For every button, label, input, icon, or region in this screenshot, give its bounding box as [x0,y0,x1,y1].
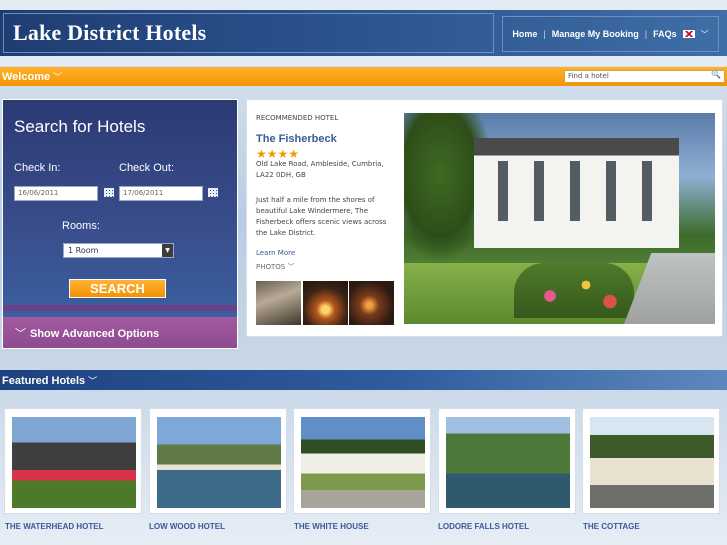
hotel-description: Just half a mile from the shores of beau… [256,196,387,237]
recommended-header: RECOMMENDED HOTEL [256,114,339,122]
featured-hotel-name[interactable]: THE COTTAGE [583,522,640,531]
hotel-photo[interactable] [590,417,714,508]
chevron-down-icon: ﹀ [88,376,98,386]
search-panel: Search for Hotels Check In: Check Out: 1… [2,99,238,349]
chevron-down-icon[interactable]: ﹀ [701,29,709,40]
featured-hotel-card[interactable] [149,408,287,514]
rooms-select[interactable]: 1 Room ▼ [63,243,174,258]
welcome-toggle[interactable]: Welcome ﹀ [2,70,62,83]
featured-hotel-name[interactable]: THE WHITE HOUSE [294,522,369,531]
calendar-icon[interactable] [104,188,114,197]
welcome-bar: Welcome ﹀ Find a hotel 🔍 [0,67,727,86]
top-nav: Home | Manage My Booking | FAQs ﹀ [502,16,719,52]
rooms-value: 1 Room [68,246,99,255]
featured-hotel-name[interactable]: LOW WOOD HOTEL [149,522,225,531]
search-icon[interactable]: 🔍 [711,70,725,79]
hotel-photo[interactable] [157,417,281,508]
featured-hotel-name[interactable]: THE WATERHEAD HOTEL [5,522,104,531]
photo-thumbnail[interactable] [349,281,394,325]
hotel-photo[interactable] [301,417,425,508]
featured-hotel-card[interactable] [582,408,720,514]
hotel-main-photo [404,113,715,324]
hotel-photo[interactable] [446,417,570,508]
chevron-down-icon: ﹀ [287,263,295,271]
check-in-field[interactable]: 16/06/2011 [14,186,98,201]
learn-more-link[interactable]: Learn More [256,249,295,257]
hotel-address: Old Lake Road, Ambleside, Cumbria, LA22 … [256,160,384,179]
featured-hotel-card[interactable] [438,408,576,514]
nav-separator: | [543,29,546,39]
recommended-hotel-name[interactable]: The Fisherbeck [256,133,337,145]
calendar-icon[interactable] [208,188,218,197]
featured-hotel-name[interactable]: LODORE FALLS HOTEL [438,522,529,531]
find-hotel-input[interactable]: Find a hotel [564,70,725,83]
search-title: Search for Hotels [14,117,146,136]
advanced-options-label: Show Advanced Options [30,328,160,340]
site-title[interactable]: Lake District Hotels [13,20,206,46]
dropdown-arrow-icon[interactable]: ▼ [162,244,173,257]
recommended-hotel-panel: RECOMMENDED HOTEL The Fisherbeck ★★★★ Ol… [246,99,723,337]
check-out-field[interactable]: 17/06/2011 [119,186,203,201]
uk-flag-icon[interactable] [682,30,695,38]
photo-windows [484,161,669,221]
featured-hotel-card[interactable] [293,408,431,514]
nav-manage-booking-link[interactable]: Manage My Booking [552,29,639,39]
photo-thumbnail[interactable] [256,281,301,325]
welcome-label: Welcome [2,71,51,83]
photos-label: PHOTOS [256,263,286,271]
chevron-down-icon: ﹀ [15,328,26,340]
photo-flowerbed [514,263,634,318]
rooms-label: Rooms: [62,220,100,232]
featured-hotels-bar: Featured Hotels ﹀ [0,370,727,390]
chevron-down-icon: ﹀ [53,72,63,82]
nav-faqs-link[interactable]: FAQs [653,29,677,39]
divider [3,305,237,311]
hotel-photo[interactable] [12,417,136,508]
check-in-label: Check In: [14,162,61,174]
search-button[interactable]: SEARCH [69,279,166,298]
site-header: Lake District Hotels Home | Manage My Bo… [0,0,727,66]
featured-label: Featured Hotels [2,375,86,387]
photos-toggle[interactable]: PHOTOS ﹀ [256,262,294,272]
photo-thumbnail[interactable] [303,281,348,325]
featured-hotel-card[interactable] [4,408,142,514]
featured-toggle[interactable]: Featured Hotels ﹀ [2,374,97,387]
check-out-label: Check Out: [119,162,175,174]
nav-home-link[interactable]: Home [512,29,537,39]
advanced-options-toggle[interactable]: ﹀ Show Advanced Options [3,317,237,348]
nav-separator: | [644,29,648,39]
